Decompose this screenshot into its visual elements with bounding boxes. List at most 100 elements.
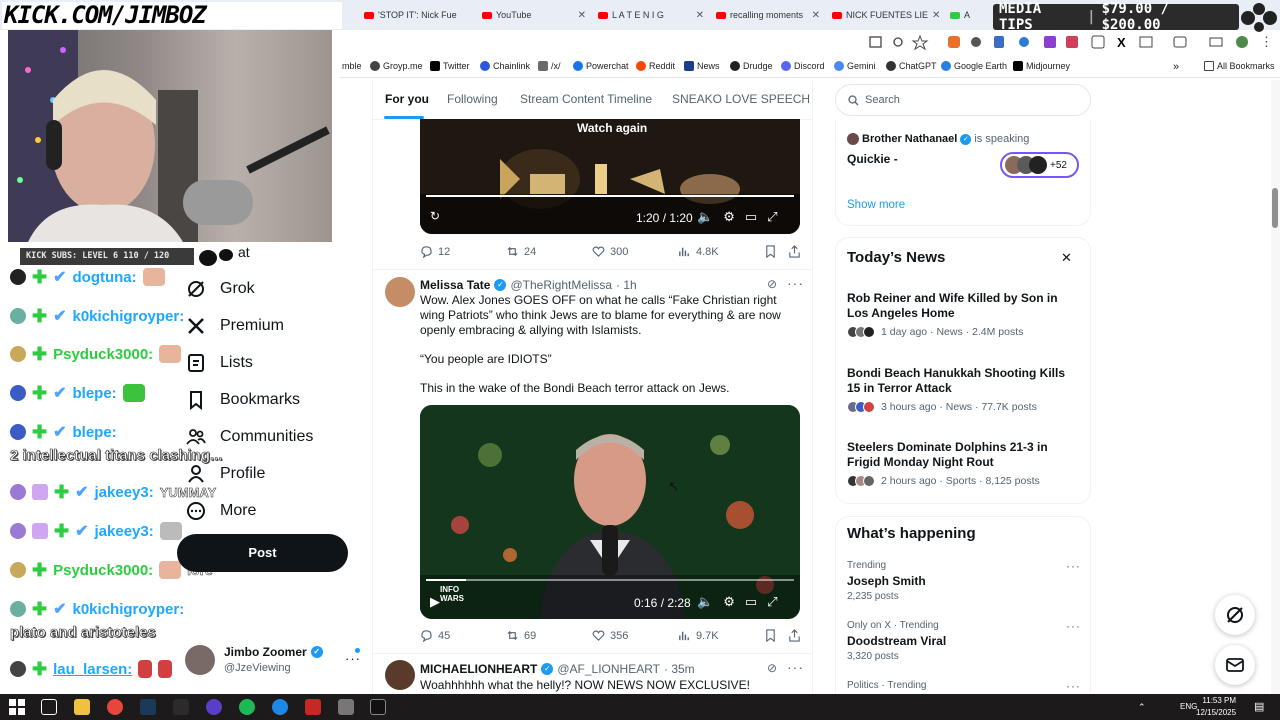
trend-name[interactable]: Doodstream Viral (847, 634, 946, 648)
epic-games-icon[interactable] (370, 699, 386, 715)
menu-dots-icon[interactable]: ⋮ (1260, 34, 1273, 50)
chat-username[interactable]: k0kichigroyper: (73, 601, 185, 618)
like-button[interactable]: 300 (592, 245, 628, 258)
more-icon[interactable]: ··· (1066, 679, 1081, 693)
spotify-icon[interactable] (239, 699, 255, 715)
language-indicator[interactable]: ENG (1180, 702, 1197, 711)
app-icon[interactable] (305, 699, 321, 715)
tray-chevron-icon[interactable]: ⌃ (1138, 702, 1146, 713)
steam-icon[interactable] (140, 699, 156, 715)
more-icon[interactable]: ··· (1066, 619, 1081, 633)
search-input[interactable]: Search (835, 84, 1091, 116)
windows-start-icon[interactable] (9, 699, 25, 715)
tweet-time[interactable]: · 35m (664, 662, 695, 676)
app-icon[interactable] (173, 699, 189, 715)
nav-item-more[interactable]: More (186, 501, 256, 521)
avatar[interactable] (385, 660, 415, 690)
nav-item-bookmarks[interactable]: Bookmarks (186, 390, 300, 410)
close-icon[interactable]: ✕ (578, 10, 586, 21)
tweet-author[interactable]: MICHAELIONHEART (420, 662, 537, 676)
repost-button[interactable]: 69 (506, 629, 536, 642)
volume-icon[interactable]: 🔈 (697, 594, 713, 610)
browser-tab[interactable]: NICK FUENTES LIE ✕ (826, 4, 944, 26)
pip-icon[interactable]: ▭ (745, 209, 757, 225)
bookmark[interactable]: Twitter (430, 61, 470, 71)
close-icon[interactable]: ✕ (812, 10, 820, 21)
tab-sneako-love-speech[interactable]: SNEAKO LOVE SPEECH (672, 92, 810, 106)
close-icon[interactable]: ✕ (1061, 250, 1072, 266)
bookmark[interactable]: Drudge (730, 61, 773, 71)
nav-item-chat[interactable]: at (238, 244, 250, 260)
bookmark[interactable]: Chainlink (480, 61, 530, 71)
all-bookmarks[interactable]: All Bookmarks (1204, 61, 1275, 71)
nav-item-premium[interactable]: Premium (186, 316, 284, 336)
watch-again-label[interactable]: Watch again (577, 121, 647, 135)
chevron-right-icon[interactable]: » (1173, 61, 1179, 73)
space-listeners[interactable]: +52 (1000, 152, 1079, 178)
close-icon[interactable]: ✕ (932, 10, 940, 21)
tweet-handle[interactable]: @TheRightMelissa (510, 278, 612, 292)
nav-item-grok[interactable]: Grok (186, 279, 255, 299)
tweet-time[interactable]: · 1h (616, 278, 637, 292)
task-view-icon[interactable] (41, 699, 57, 715)
share-button[interactable] (788, 245, 801, 258)
notification-icon[interactable]: ▤ (1254, 700, 1264, 713)
reply-button[interactable]: 45 (420, 629, 450, 642)
browser-tab[interactable]: 'STOP IT': Nick Fue (358, 4, 476, 26)
settings-icon[interactable]: ⚙ (723, 594, 735, 610)
tweet-author[interactable]: Melissa Tate (420, 278, 490, 292)
browser-tab[interactable]: YouTube ✕ (476, 4, 592, 26)
bookmark[interactable]: Discord (781, 61, 825, 71)
scrollbar[interactable] (1271, 80, 1280, 694)
pip-icon[interactable]: ▭ (745, 594, 757, 610)
browser-tab[interactable]: A (944, 4, 984, 26)
more-icon[interactable]: ··· (787, 275, 804, 291)
messages-button[interactable] (1215, 645, 1255, 685)
space-title[interactable]: Quickie - (847, 152, 898, 166)
share-button[interactable] (788, 629, 801, 642)
news-item-title[interactable]: Bondi Beach Hanukkah Shooting Kills 15 i… (847, 366, 1079, 396)
bookmark[interactable]: ChatGPT (886, 61, 937, 71)
bookmark[interactable]: Groyp.me (370, 61, 423, 71)
chat-username[interactable]: k0kichigroyper: (73, 308, 185, 325)
chat-username[interactable]: jakeey3: (95, 484, 154, 501)
app-icon[interactable] (272, 699, 288, 715)
extension-icons[interactable]: X (860, 30, 1260, 55)
space-host[interactable]: Brother Nathanael ✓ is speaking (862, 133, 1029, 145)
play-icon[interactable]: ▶ (430, 594, 440, 610)
repost-button[interactable]: 24 (506, 245, 536, 258)
tab-stream-content-timeline[interactable]: Stream Content Timeline (520, 92, 652, 106)
like-button[interactable]: 356 (592, 629, 628, 642)
account-name[interactable]: Jimbo Zoomer ✓ (224, 645, 323, 659)
grok-icon[interactable]: ⊘ (767, 661, 777, 675)
close-icon[interactable]: ✕ (696, 10, 704, 21)
nav-item-lists[interactable]: Lists (186, 353, 253, 373)
account-menu-icon[interactable]: ··· (345, 651, 361, 666)
chrome-icon[interactable] (107, 699, 123, 715)
bookmark[interactable]: Reddit (636, 61, 675, 71)
more-icon[interactable]: ··· (787, 659, 804, 675)
chat-username[interactable]: jakeey3: (95, 523, 154, 540)
bookmark[interactable]: Gemini (834, 61, 876, 71)
trend-name[interactable]: Joseph Smith (847, 574, 926, 588)
more-icon[interactable]: ··· (1066, 559, 1081, 573)
post-button[interactable]: Post (177, 534, 348, 572)
bookmark[interactable]: Midjourney (1013, 61, 1070, 71)
clock[interactable]: 11:53 PM 12/15/2025 (1196, 695, 1236, 719)
volume-icon[interactable]: 🔈 (697, 209, 713, 225)
news-item-title[interactable]: Rob Reiner and Wife Killed by Son in Los… (847, 291, 1079, 321)
grok-button[interactable] (1215, 595, 1255, 635)
avatar[interactable] (385, 277, 415, 307)
chat-username[interactable]: Psyduck3000: (53, 346, 153, 363)
replay-icon[interactable]: ↻ (430, 209, 440, 223)
news-item-title[interactable]: Steelers Dominate Dolphins 21-3 in Frigi… (847, 440, 1079, 470)
settings-icon[interactable]: ⚙ (723, 209, 735, 225)
scrollbar-thumb[interactable] (1272, 188, 1278, 228)
bookmark[interactable]: News (684, 61, 720, 71)
nav-item-profile[interactable]: Profile (186, 464, 265, 484)
tab-for-you[interactable]: For you (385, 92, 429, 106)
grok-icon[interactable]: ⊘ (767, 277, 777, 291)
bookmark[interactable]: mble (342, 61, 362, 71)
tab-following[interactable]: Following (447, 92, 498, 106)
nav-item-communities[interactable]: Communities (186, 427, 313, 447)
